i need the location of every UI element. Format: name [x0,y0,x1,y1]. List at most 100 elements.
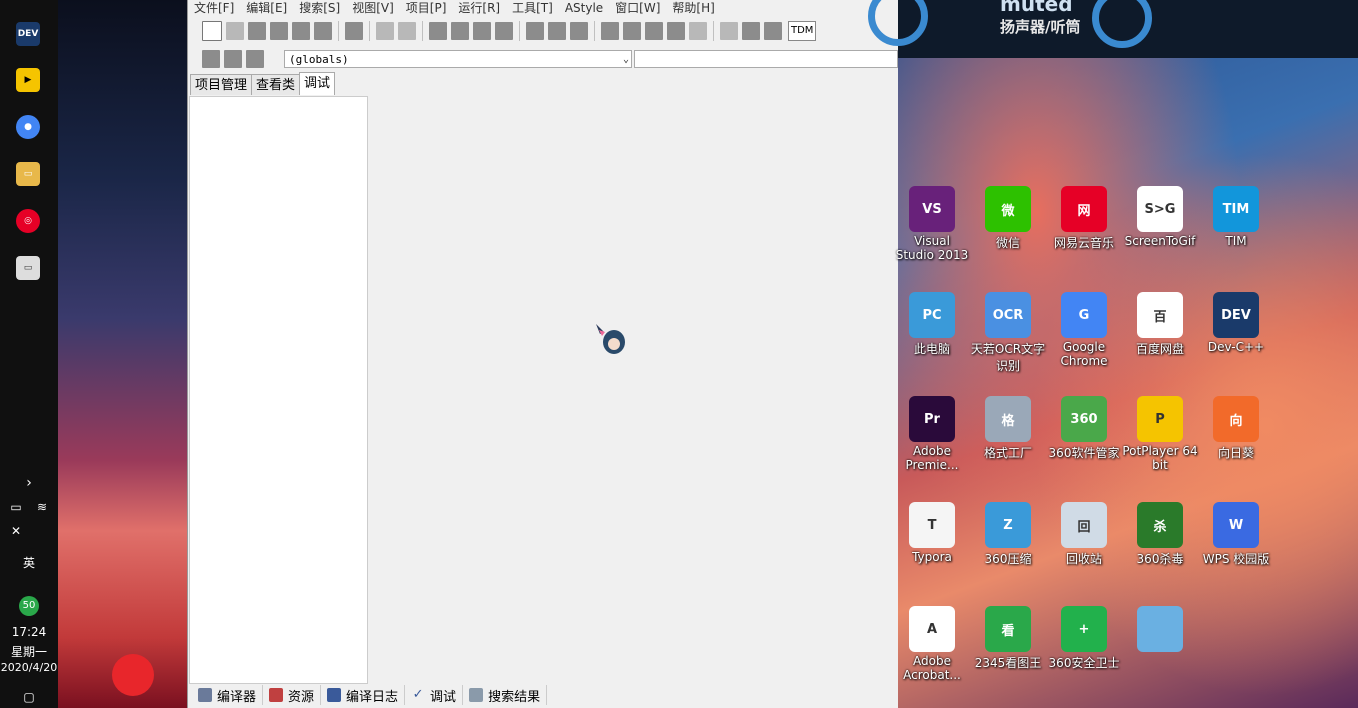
tab-compiler[interactable]: 编译器 [192,685,264,705]
potplayer-taskbar-icon[interactable]: ▶ [16,68,40,92]
desktop-icon[interactable]: A Adobe Acrobat... [894,606,970,682]
app-icon: TIM [1213,186,1259,232]
desktop-icon-label: 360安全卫士 [1048,656,1120,670]
screen-taskbar-icon[interactable]: ▭ [16,256,40,280]
desktop-icon[interactable]: 微微信 [970,186,1046,251]
desktop-icon[interactable]: VS Visual Studio 2013 [894,186,970,262]
desktop-icon[interactable]: Z 360压缩 [970,502,1046,567]
menu-file[interactable]: 文件[F] [188,0,240,16]
indent-icon[interactable] [224,50,242,68]
desktop-icon[interactable]: DEV Dev-C++ [1198,292,1274,354]
open-file-icon[interactable] [226,22,244,40]
desktop-icon[interactable]: T Typora [894,502,970,564]
close-all-icon[interactable] [314,22,332,40]
menu-bar: 文件[F] 编辑[E] 搜索[S] 视图[V] 项目[P] 运行[R] 工具[T… [188,0,898,16]
undo-icon[interactable] [376,22,394,40]
tab-project-manager[interactable]: 项目管理 [190,74,253,95]
new-file-icon[interactable] [202,21,222,41]
desktop-icon[interactable]: S>G ScreenToGif [1122,186,1198,248]
close-file-icon[interactable] [292,22,310,40]
clock-weekday[interactable]: 星期一 [0,643,58,660]
desktop-icon[interactable]: 杀 360杀毒 [1122,502,1198,567]
layout-icon[interactable] [645,22,663,40]
menu-run[interactable]: 运行[R] [452,0,506,16]
desktop-icon[interactable]: 向向日葵 [1198,396,1274,461]
find-next-icon[interactable] [473,22,491,40]
tab-search-results[interactable]: 搜索结果 [463,685,548,705]
menu-search[interactable]: 搜索[S] [293,0,346,16]
insert-icon[interactable] [202,50,220,68]
unindent-icon[interactable] [246,50,264,68]
compile-icon[interactable] [526,22,544,40]
chevron-down-icon[interactable]: ⌄ [623,51,629,69]
menu-view[interactable]: 视图[V] [346,0,400,16]
expand-tray-icon[interactable]: › [0,475,58,491]
notification-count: 50 [19,596,39,616]
desktop-icon[interactable] [1122,606,1198,654]
desktop-icon-label: 360杀毒 [1136,552,1184,566]
save-icon[interactable] [248,22,266,40]
desktop-icon[interactable]: W WPS 校园版 [1198,502,1274,567]
volume-muted-icon[interactable]: ✕ [2,524,30,538]
profile-icon[interactable] [764,22,782,40]
file-explorer-taskbar-icon[interactable]: ▭ [16,162,40,186]
desktop-icon[interactable]: 网网易云音乐 [1046,186,1122,251]
menu-edit[interactable]: 编辑[E] [240,0,293,16]
menu-project[interactable]: 项目[P] [400,0,453,16]
grid-icon [198,688,212,702]
replace-icon[interactable] [451,22,469,40]
tab-class-browser[interactable]: 查看类 [251,74,301,95]
print-icon[interactable] [345,22,363,40]
debug-icon[interactable] [570,22,588,40]
tab-debug-output[interactable]: ✓ 调试 [405,685,464,705]
netease-music-taskbar-icon[interactable]: ◎ [16,209,40,233]
save-all-icon[interactable] [270,22,288,40]
desktop-icon[interactable]: 回回收站 [1046,502,1122,567]
function-dropdown[interactable] [634,50,898,68]
chart-icon[interactable] [742,22,760,40]
desktop-icon[interactable]: TIM TIM [1198,186,1274,248]
menu-window[interactable]: 窗口[W] [609,0,666,16]
battery-icon[interactable]: ▭ [2,500,30,514]
chrome-taskbar-icon[interactable]: ● [16,115,40,139]
desktop-icon[interactable]: Pr Adobe Premie... [894,396,970,472]
window-icon[interactable] [623,22,641,40]
goto-line-icon[interactable] [495,22,513,40]
clock-time[interactable]: 17:24 [0,625,58,639]
menu-tools[interactable]: 工具[T] [506,0,559,16]
app-icon: T [909,502,955,548]
desktop-icon[interactable]: 看 2345看图王 [970,606,1046,671]
tab-debug[interactable]: 调试 [299,72,336,95]
desktop-icon[interactable]: P PotPlayer 64 bit [1122,396,1198,472]
show-desktop-icon[interactable]: ▢ [0,690,58,704]
close-x-icon[interactable] [720,22,738,40]
desktop-icon[interactable]: OCR 天若OCR文字识别 [970,292,1046,374]
devcpp-taskbar-icon[interactable]: DEV [16,22,40,46]
ime-indicator[interactable]: 英 [0,554,58,571]
editor-area[interactable] [368,74,898,682]
clock-date[interactable]: 2020/4/20 [0,661,58,674]
grid-icon[interactable] [601,22,619,40]
tab-resources[interactable]: 资源 [263,685,322,705]
tab-compile-log[interactable]: 编译日志 [321,685,406,705]
tile-icon[interactable] [667,22,685,40]
desktop-icon[interactable]: PC 此电脑 [894,292,970,357]
wifi-icon[interactable]: ≋ [28,500,56,514]
debug-panel[interactable] [189,96,368,684]
menu-astyle[interactable]: AStyle [559,0,609,16]
desktop-icon-label: Typora [912,550,952,564]
compiler-select[interactable]: TDM [788,21,817,41]
desktop-icon[interactable]: G Google Chrome [1046,292,1122,368]
desktop-icon[interactable]: +360安全卫士 [1046,606,1122,671]
desktop-icon[interactable]: 格格式工厂 [970,396,1046,461]
desktop-icon[interactable]: 百百度网盘 [1122,292,1198,357]
find-icon[interactable] [429,22,447,40]
menu-help[interactable]: 帮助[H] [666,0,720,16]
desktop-icon[interactable]: 360 360软件管家 [1046,396,1122,461]
redo-icon[interactable] [398,22,416,40]
check-icon[interactable] [689,22,707,40]
run-icon[interactable] [548,22,566,40]
globals-dropdown[interactable]: (globals) ⌄ [284,50,632,68]
notification-badge[interactable]: 50 [0,596,58,616]
desktop-icon-label: 回收站 [1065,552,1102,566]
